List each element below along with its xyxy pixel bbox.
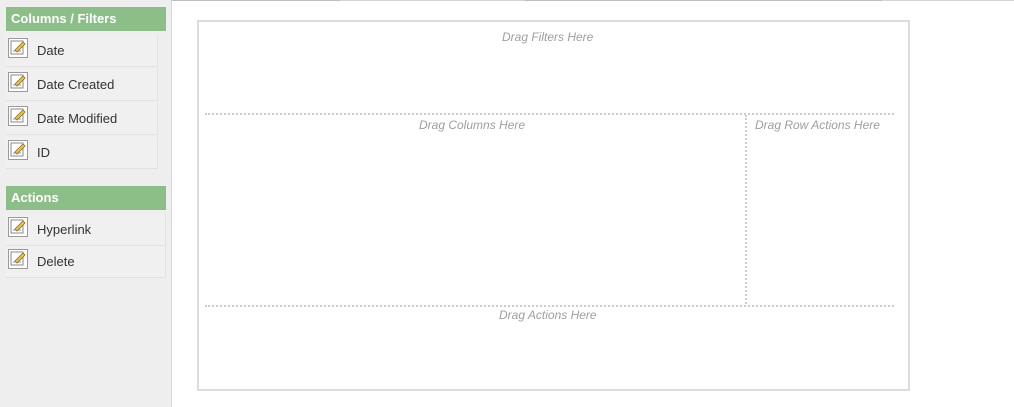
column-item-date-created[interactable]: Date Created — [6, 69, 158, 101]
column-item-label: Date Modified — [37, 111, 118, 126]
columns-dropzone-hint: Drag Columns Here — [419, 118, 526, 132]
column-item-label: Date Created — [37, 77, 115, 92]
column-item-date-modified[interactable]: Date Modified — [6, 103, 158, 135]
action-item-label: Hyperlink — [37, 222, 92, 237]
columns-dropzone[interactable] — [205, 115, 743, 304]
edit-icon — [8, 140, 28, 160]
edit-icon — [8, 106, 28, 126]
edit-icon — [8, 217, 28, 237]
row-actions-dropzone-hint: Drag Row Actions Here — [755, 118, 880, 132]
top-tab-strip-border — [172, 0, 1014, 1]
columns-filters-header: Columns / Filters — [6, 7, 166, 31]
column-item-date[interactable]: Date — [6, 35, 158, 67]
sidebar: Columns / Filters Date Date Created Date… — [0, 0, 172, 407]
actions-header: Actions — [6, 186, 166, 210]
edit-icon — [8, 72, 28, 92]
action-item-hyperlink[interactable]: Hyperlink — [6, 214, 166, 246]
row-actions-dropzone[interactable] — [747, 115, 894, 304]
layout-drop-area: Drag Filters Here Drag Columns Here Drag… — [197, 20, 910, 391]
edit-icon — [8, 38, 28, 58]
designer-page: Columns / Filters Date Date Created Date… — [0, 0, 1014, 407]
filters-dropzone-hint: Drag Filters Here — [502, 30, 594, 44]
column-item-id[interactable]: ID — [6, 137, 158, 169]
column-item-label: Date — [37, 43, 65, 58]
action-item-delete[interactable]: Delete — [6, 246, 166, 278]
actions-dropzone-hint: Drag Actions Here — [499, 308, 597, 322]
edit-icon — [8, 249, 28, 269]
column-item-label: ID — [37, 145, 50, 160]
action-item-label: Delete — [37, 254, 75, 269]
